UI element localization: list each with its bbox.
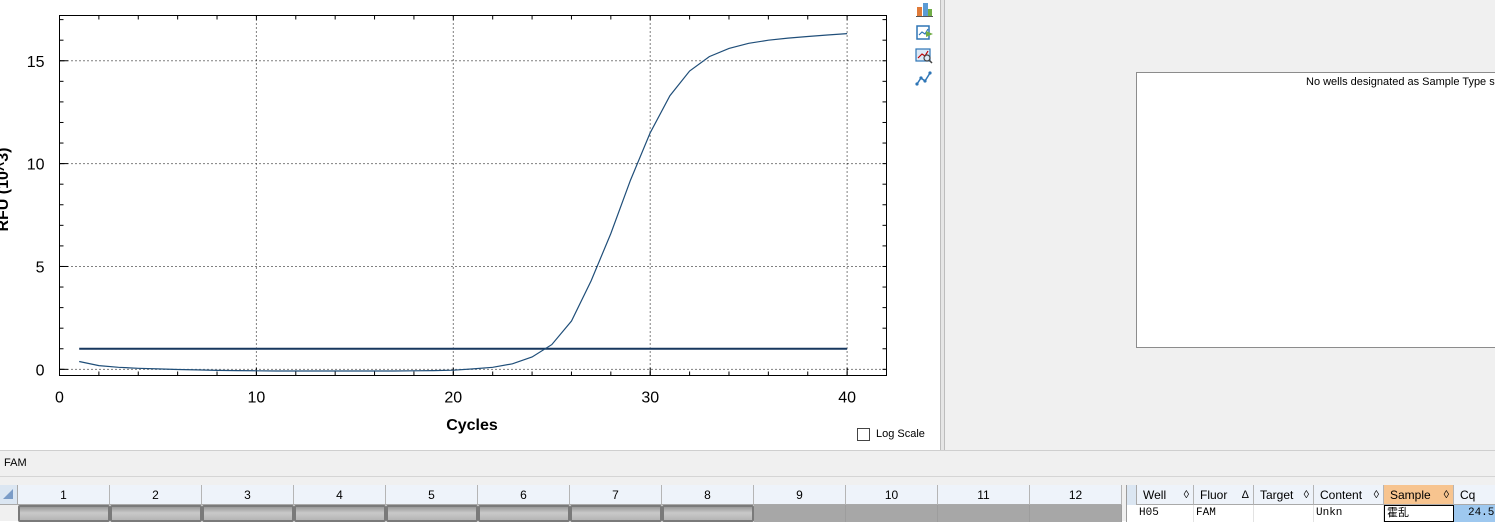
y-tick-label: 5 [36, 259, 45, 276]
bottom-area: 1 2 3 4 5 6 7 8 9 10 11 12 Well ◊ H05 Fluor Δ FAM Target ◊… [0, 476, 1495, 522]
plate-column-header[interactable]: 12 [1030, 485, 1122, 505]
plate-well[interactable] [570, 505, 662, 522]
plate-column-header[interactable]: 8 [662, 485, 754, 505]
fluorophore-bar: FAM [0, 450, 1495, 476]
column-header-cq[interactable]: Cq◊ [1454, 485, 1495, 505]
plate-well[interactable] [202, 505, 294, 522]
sort-indicator-icon: ◊ [1303, 489, 1309, 501]
trace-style-icon[interactable] [914, 69, 934, 87]
plate-column-header[interactable]: 1 [18, 485, 110, 505]
plate-column-header[interactable]: 2 [110, 485, 202, 505]
copy-chart-icon[interactable] [914, 23, 934, 41]
x-tick-label: 30 [641, 390, 659, 407]
column-header-well[interactable]: Well ◊ [1137, 485, 1194, 505]
standard-curve-panel: No wells designated as Sample Type sta [1136, 72, 1495, 348]
cell-target[interactable] [1254, 505, 1314, 522]
log-scale-checkbox-box[interactable] [857, 427, 870, 441]
plate-column-header[interactable]: 6 [478, 485, 570, 505]
plate-column-header[interactable]: 10 [846, 485, 938, 505]
x-tick-label: 0 [55, 390, 64, 407]
plate-column-header[interactable]: 5 [386, 485, 478, 505]
plate-well[interactable] [754, 505, 846, 522]
plate-well[interactable] [938, 505, 1030, 522]
x-tick-label: 20 [444, 390, 462, 407]
column-header-target[interactable]: Target ◊ [1254, 485, 1314, 505]
column-header-label: Target [1260, 488, 1294, 502]
column-header-label: Content [1320, 488, 1363, 502]
x-tick-label: 40 [838, 390, 856, 407]
plate-well[interactable] [1030, 505, 1122, 522]
plate-well[interactable] [294, 505, 386, 522]
plate-column-header[interactable]: 9 [754, 485, 846, 505]
log-scale-checkbox[interactable]: Log Scale [857, 426, 925, 442]
plate-well[interactable] [110, 505, 202, 522]
plate-well[interactable] [478, 505, 570, 522]
sort-indicator-icon: ◊ [1373, 489, 1379, 501]
plate-well[interactable] [386, 505, 478, 522]
plate-column-header[interactable]: 4 [294, 485, 386, 505]
column-header-sample[interactable]: Sample ◊ [1384, 485, 1454, 505]
select-all-icon [3, 489, 13, 499]
sort-indicator-icon: ◊ [1443, 489, 1449, 501]
log-scale-label: Log Scale [876, 428, 925, 440]
chart-toolbar [912, 0, 940, 450]
plot-frame [59, 15, 887, 376]
status-message: No wells designated as Sample Type sta [1306, 76, 1495, 88]
right-pane: No wells designated as Sample Type sta [945, 0, 1495, 450]
column-header-label: Fluor [1200, 488, 1228, 502]
cell-well[interactable]: H05 [1137, 505, 1194, 522]
plate-view: 1 2 3 4 5 6 7 8 9 10 11 12 [0, 485, 1122, 522]
plate-well[interactable] [662, 505, 754, 522]
y-tick-label: 15 [27, 54, 45, 71]
cell-fluor[interactable]: FAM [1194, 505, 1254, 522]
cell-cq[interactable]: 24.57 [1454, 505, 1495, 522]
cell-sample[interactable]: 霍乱 [1384, 505, 1454, 522]
plate-well[interactable] [18, 505, 110, 522]
y-tick-label: 10 [27, 157, 45, 174]
plate-select-all[interactable] [0, 485, 18, 505]
x-axis-title: Cycles [446, 417, 498, 434]
column-header-label: Cq [1460, 488, 1476, 502]
column-header-label: Well [1143, 488, 1167, 502]
amplification-chart: 0 10 20 30 40 0 5 10 15 Cycles RFU (10^3) [0, 15, 887, 434]
amplification-chart-pane: 0 10 20 30 40 0 5 10 15 Cycles RFU (10^3) [0, 0, 912, 450]
sort-indicator-icon: ◊ [1183, 489, 1189, 501]
column-header-content[interactable]: Content ◊ [1314, 485, 1384, 505]
plate-column-header[interactable]: 7 [570, 485, 662, 505]
sort-indicator-icon: Δ [1241, 489, 1249, 501]
fluorophore-label: FAM [4, 457, 27, 469]
cell-content[interactable]: Unkn [1314, 505, 1384, 522]
plate-column-header[interactable]: 11 [938, 485, 1030, 505]
well-results-table: Well ◊ H05 Fluor Δ FAM Target ◊ Content ◊ Unkn Samp… [1126, 485, 1495, 522]
chart-properties-icon[interactable] [914, 0, 934, 18]
plate-column-header[interactable]: 3 [202, 485, 294, 505]
zoom-chart-icon[interactable] [914, 46, 934, 64]
x-tick-label: 10 [248, 390, 266, 407]
column-header-fluor[interactable]: Fluor Δ [1194, 485, 1254, 505]
y-tick-label: 0 [36, 362, 45, 379]
column-header-label: Sample [1390, 488, 1431, 502]
plate-well[interactable] [846, 505, 938, 522]
y-axis-title: RFU (10^3) [0, 147, 12, 231]
table-select-all[interactable] [1127, 485, 1137, 505]
